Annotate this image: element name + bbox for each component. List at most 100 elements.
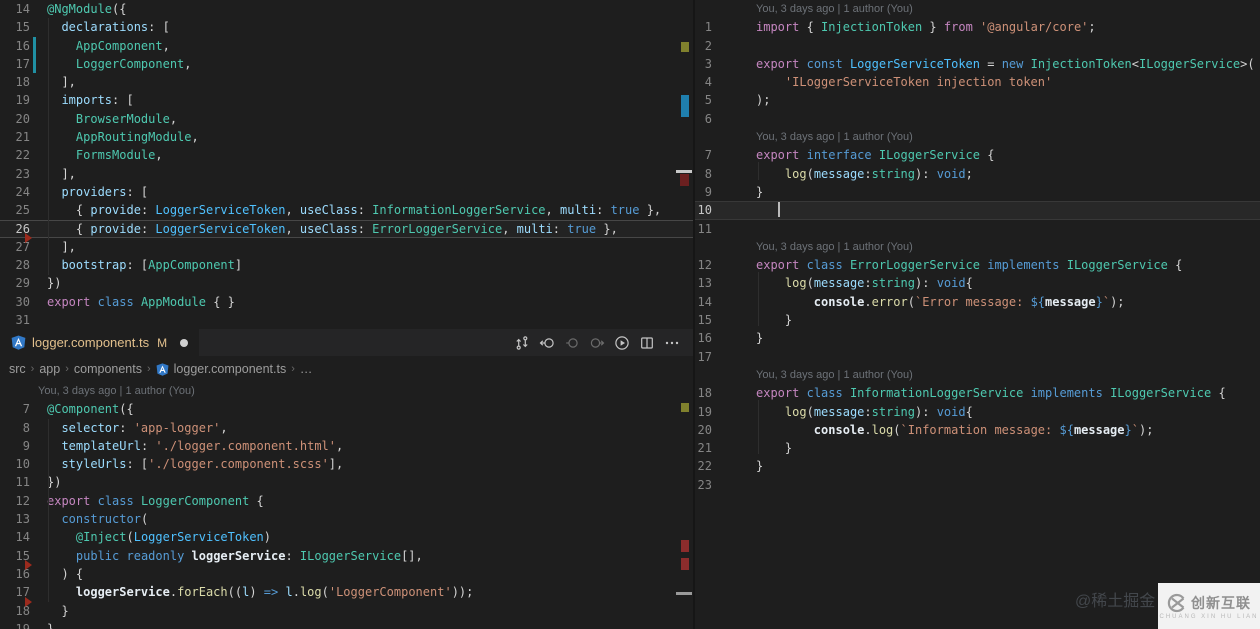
code-line[interactable]: 18 ], <box>0 73 693 91</box>
code-line[interactable]: 6 <box>695 110 1260 128</box>
overview-ruler-mark <box>681 403 689 412</box>
line-number: 22 <box>15 148 30 163</box>
run-file-icon[interactable] <box>614 335 630 351</box>
code-line[interactable]: 31 <box>0 311 693 329</box>
code-line[interactable]: 17 loggerService.forEach((l) => l.log('L… <box>0 583 693 607</box>
watermark-logo: 创新互联 CHUANG XIN HU LIAN <box>1158 583 1260 629</box>
line-number: 20 <box>15 111 30 126</box>
code-line[interactable]: 21 AppRoutingModule, <box>0 128 693 146</box>
code-line[interactable]: 8 log(message:string): void; <box>695 165 1260 183</box>
split-editor-icon[interactable] <box>639 335 655 351</box>
code-line[interactable]: 19} <box>0 620 693 629</box>
next-change-icon[interactable] <box>589 335 605 351</box>
breadcrumb-item-components[interactable]: components <box>74 362 142 376</box>
line-number: 9 <box>704 184 712 199</box>
code-line[interactable]: 25 { provide: LoggerServiceToken, useCla… <box>0 201 693 219</box>
code-line[interactable]: 14 @Inject(LoggerServiceToken) <box>0 528 693 546</box>
breadcrumb-item-tail[interactable]: … <box>300 362 313 376</box>
code-line[interactable]: 16} <box>695 329 1260 347</box>
code-line[interactable]: 15 declarations: [ <box>0 18 693 36</box>
code-line[interactable]: 7 export interface ILoggerService { <box>695 146 1260 164</box>
code-line[interactable]: 20 BrowserModule, <box>0 110 693 128</box>
code-line[interactable]: 12 export class ErrorLoggerService implem… <box>695 256 1260 274</box>
code-line[interactable]: 19 log(message:string): void{ <box>695 403 1260 421</box>
code-line[interactable]: 3 export const LoggerServiceToken = new I… <box>695 55 1260 73</box>
line-number: 5 <box>704 93 712 108</box>
code-line[interactable]: 16 ) { <box>0 565 693 583</box>
line-number: 12 <box>15 493 30 508</box>
unsaved-dot-icon[interactable] <box>180 338 189 347</box>
code-line[interactable]: 4 'ILoggerServiceToken injection token' <box>695 73 1260 91</box>
chevron-right-icon: › <box>65 363 69 375</box>
code-line[interactable]: 14 @NgModule({ <box>0 0 693 18</box>
code-line[interactable]: 22 FormsModule, <box>0 146 693 164</box>
git-modified-badge: M <box>157 335 168 350</box>
line-number: 17 <box>697 349 712 364</box>
code-line[interactable]: 11 <box>695 220 1260 238</box>
breadcrumb-item-app[interactable]: app <box>39 362 60 376</box>
code-line[interactable]: 15 } <box>695 311 1260 329</box>
logo-title: 创新互联 <box>1191 594 1251 611</box>
indent-guide <box>48 419 49 602</box>
code-line[interactable]: 23 <box>695 476 1260 494</box>
code-line[interactable]: 11}) <box>0 473 693 491</box>
breadcrumb: src › app › components › logger.componen… <box>0 356 702 382</box>
code-line[interactable]: 7 @Component({ <box>0 400 693 418</box>
code-line[interactable]: 15 public readonly loggerService: ILogge… <box>0 547 693 571</box>
line-number: 17 <box>15 56 30 71</box>
breadcrumb-item-file[interactable]: logger.component.ts <box>174 362 287 376</box>
code-line[interactable]: 26 { provide: LoggerServiceToken, useCla… <box>0 220 693 244</box>
previous-change-icon[interactable] <box>539 335 555 351</box>
code-line[interactable]: 22} <box>695 457 1260 475</box>
code-line[interactable]: 28 bootstrap: [AppComponent] <box>0 256 693 274</box>
line-number: 4 <box>704 75 712 90</box>
line-number: 7 <box>704 148 712 163</box>
tab-logger-component[interactable]: logger.component.ts M <box>0 329 200 356</box>
code-line[interactable]: 23 ], <box>0 165 693 183</box>
change-indicator-icon[interactable] <box>564 335 580 351</box>
editor-app-module[interactable]: 14 @NgModule({15 declarations: [16 AppCom… <box>0 0 693 329</box>
code-line[interactable]: 1 import { InjectionToken } from '@angula… <box>695 18 1260 36</box>
code-line[interactable]: 27 ], <box>0 238 693 256</box>
indent-guide <box>758 162 759 180</box>
code-line[interactable]: 10 <box>695 201 1260 220</box>
code-line[interactable]: 16 AppComponent, <box>0 36 693 56</box>
line-number: 30 <box>15 294 30 309</box>
code-line[interactable]: 13 log(message:string): void{ <box>695 274 1260 292</box>
code-line[interactable]: 17 LoggerComponent, <box>0 54 693 74</box>
line-number: 25 <box>15 203 30 218</box>
code-line[interactable]: 13 constructor( <box>0 510 693 528</box>
code-line[interactable]: 18 } <box>0 602 693 620</box>
compare-changes-icon[interactable] <box>514 335 530 351</box>
line-number: 21 <box>15 130 30 145</box>
code-line[interactable]: 17 <box>695 348 1260 366</box>
code-line[interactable]: 24 providers: [ <box>0 183 693 201</box>
line-number: 26 <box>15 221 30 236</box>
code-line[interactable]: 20 console.log(`Information message: ${m… <box>695 421 1260 439</box>
line-number: 14 <box>15 530 30 545</box>
line-number: 6 <box>704 111 712 126</box>
code-line[interactable]: 2 <box>695 37 1260 55</box>
more-actions-icon[interactable] <box>664 335 680 351</box>
code-line[interactable]: 10 styleUrls: ['./logger.component.scss'… <box>0 455 693 473</box>
cx-logo-icon <box>1167 593 1185 612</box>
line-number: 15 <box>697 313 712 328</box>
code-line[interactable]: 21 } <box>695 439 1260 457</box>
code-line[interactable]: 29}) <box>0 274 693 292</box>
indent-guide <box>758 400 759 454</box>
code-line[interactable]: 30 export class AppModule { } <box>0 293 693 311</box>
editor-logger-service[interactable]: You, 3 days ago | 1 author (You) 1 import … <box>695 0 1260 629</box>
code-line[interactable]: 12 export class LoggerComponent { <box>0 492 693 510</box>
code-line[interactable]: 18 export class InformationLoggerService … <box>695 384 1260 402</box>
code-line[interactable]: 19 imports: [ <box>0 91 693 109</box>
code-line[interactable]: 9 templateUrl: './logger.component.html'… <box>0 437 693 455</box>
line-number: 11 <box>15 475 30 490</box>
breadcrumb-item-src[interactable]: src <box>9 362 26 376</box>
logo-subtitle: CHUANG XIN HU LIAN <box>1159 613 1259 620</box>
blame-annotation: You, 3 days ago | 1 author (You) <box>756 131 913 144</box>
editor-logger-component[interactable]: You, 3 days ago | 1 author (You) 7 @Compon… <box>0 382 693 629</box>
code-line[interactable]: 9} <box>695 183 1260 201</box>
code-line[interactable]: 8 selector: 'app-logger', <box>0 419 693 437</box>
code-line[interactable]: 5); <box>695 91 1260 109</box>
code-line[interactable]: 14 console.error(`Error message: ${messa… <box>695 293 1260 311</box>
